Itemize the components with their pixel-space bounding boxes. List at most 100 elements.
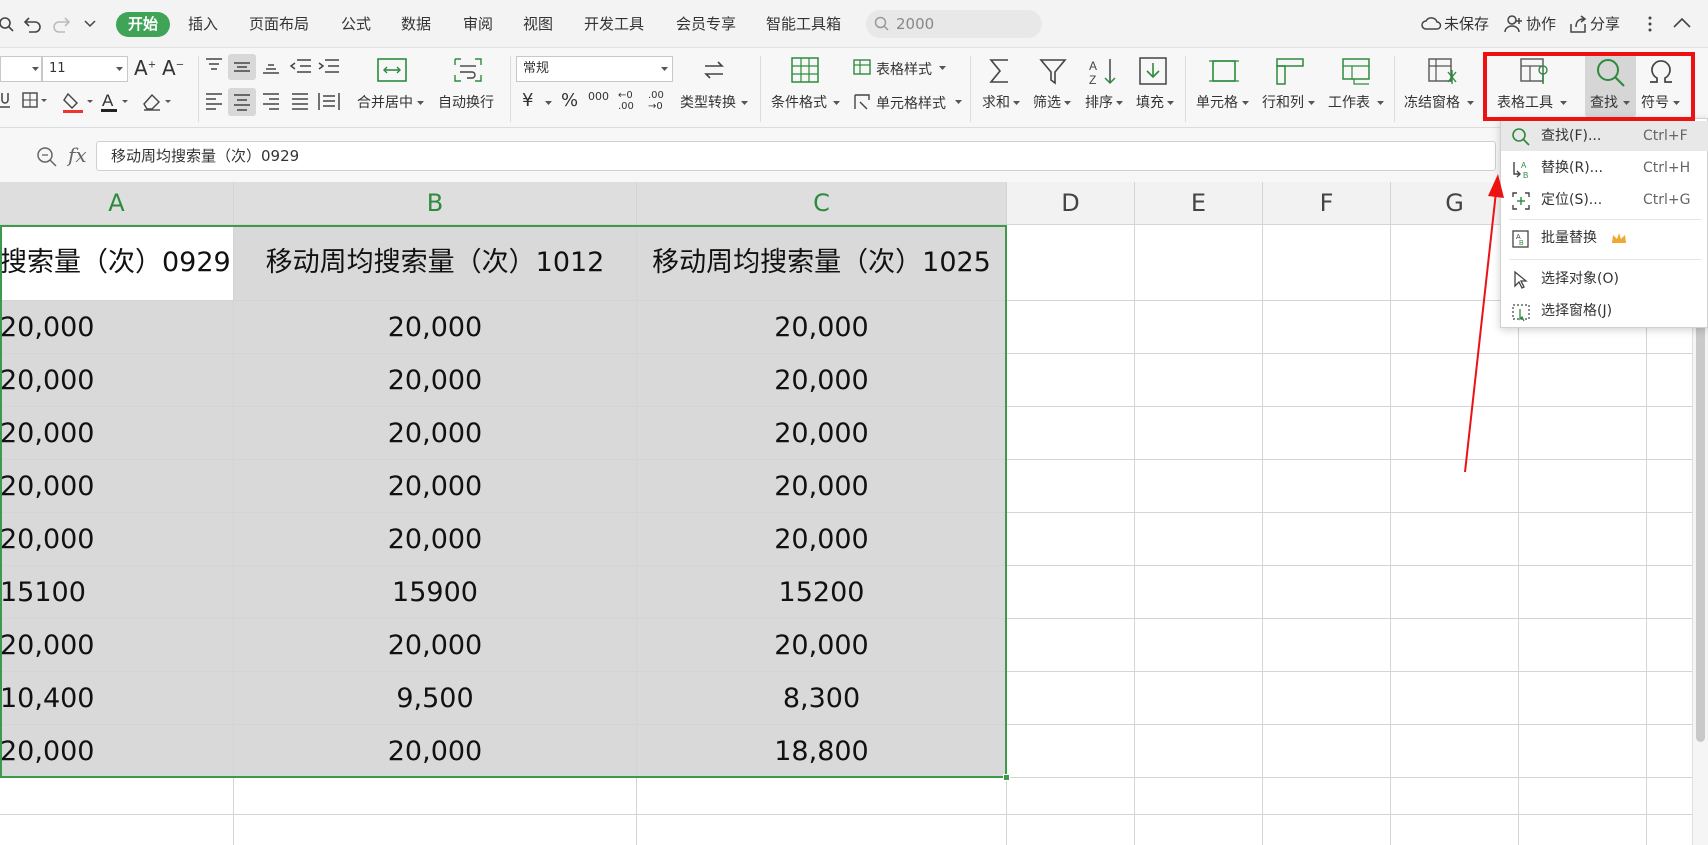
sort-icon[interactable]: AZ [1088, 56, 1120, 86]
row-column-button[interactable]: 行和列 [1262, 92, 1304, 112]
merge-center-button[interactable]: 合并居中 [357, 92, 413, 112]
chevron-down-icon[interactable] [1115, 100, 1124, 106]
table-cell[interactable]: 18,800 [637, 725, 1007, 778]
table-cell[interactable]: 20,000 [637, 301, 1007, 354]
align-top-icon[interactable] [203, 56, 225, 76]
zoom-icon[interactable] [36, 146, 58, 168]
wrap-text-icon[interactable] [452, 56, 484, 84]
font-size-select[interactable]: 11 [42, 56, 128, 82]
chevron-down-icon[interactable] [832, 100, 841, 106]
cell-c1[interactable]: 移动周均搜索量（次）1025 [637, 225, 1007, 301]
empty-cell[interactable] [234, 778, 637, 815]
cell-button[interactable]: 单元格 [1196, 92, 1238, 112]
increase-indent-icon[interactable] [317, 56, 341, 76]
menu-item-select-object[interactable]: 选择对象(O) [1501, 264, 1708, 294]
table-cell[interactable]: 20,000 [234, 354, 637, 407]
cell-b1[interactable]: 移动周均搜索量（次）1012 [234, 225, 637, 301]
fill-handle[interactable] [1003, 774, 1010, 781]
decrease-indent-icon[interactable] [289, 56, 313, 76]
sum-icon[interactable] [986, 56, 1014, 86]
number-format-select[interactable]: 常规 [516, 56, 673, 82]
merge-center-icon[interactable] [376, 56, 408, 84]
tab-formulas[interactable]: 公式 [341, 12, 371, 37]
formula-input[interactable]: 移动周均搜索量（次）0929 [96, 141, 1496, 171]
column-header-c[interactable]: C [637, 182, 1007, 225]
chevron-down-icon[interactable] [1466, 100, 1475, 106]
clear-format-icon[interactable] [140, 90, 172, 114]
tab-view[interactable]: 视图 [523, 12, 553, 37]
table-cell[interactable]: 20,000 [637, 354, 1007, 407]
table-cell[interactable]: 20,000 [0, 513, 234, 566]
table-cell[interactable]: 20,000 [0, 619, 234, 672]
unsaved-status[interactable]: 未保存 [1444, 12, 1489, 36]
increase-font-icon[interactable]: A+ [134, 56, 156, 80]
empty-cell[interactable] [637, 778, 1007, 815]
filter-button[interactable]: 筛选 [1033, 92, 1061, 112]
worksheet-icon[interactable] [1340, 56, 1372, 86]
redo-icon[interactable] [52, 14, 72, 34]
table-cell[interactable]: 20,000 [0, 460, 234, 513]
table-cell[interactable]: 20,000 [0, 407, 234, 460]
row-column-icon[interactable] [1274, 56, 1306, 86]
type-convert-button[interactable]: 类型转换 [680, 92, 736, 112]
command-search-input[interactable]: 2000 [866, 10, 1042, 38]
filter-icon[interactable] [1038, 56, 1068, 86]
fx-icon[interactable]: fx [68, 143, 87, 167]
table-cell[interactable]: 20,000 [234, 407, 637, 460]
chevron-down-icon[interactable] [938, 65, 947, 71]
font-color-icon[interactable]: A [100, 90, 130, 114]
column-header-f[interactable]: F [1263, 182, 1391, 225]
table-cell[interactable]: 20,000 [234, 513, 637, 566]
table-cell[interactable]: 20,000 [234, 619, 637, 672]
align-center-button[interactable] [228, 88, 256, 116]
empty-cell[interactable] [0, 815, 234, 845]
font-name-select[interactable] [0, 56, 42, 82]
table-style-button[interactable]: 表格样式 [876, 59, 932, 79]
align-middle-button[interactable] [228, 54, 256, 80]
conditional-format-button[interactable]: 条件格式 [771, 92, 827, 112]
cell-icon[interactable] [1208, 56, 1240, 86]
menu-item-batch-replace[interactable]: AB 批量替换 [1501, 223, 1708, 253]
table-cell[interactable]: 20,000 [637, 460, 1007, 513]
tab-member[interactable]: 会员专享 [676, 12, 736, 37]
preview-icon[interactable] [0, 14, 16, 34]
chevron-down-icon[interactable] [416, 100, 425, 106]
table-cell[interactable]: 20,000 [234, 301, 637, 354]
worksheet-button[interactable]: 工作表 [1328, 92, 1370, 112]
sum-button[interactable]: 求和 [982, 92, 1010, 112]
table-cell[interactable]: 20,000 [637, 407, 1007, 460]
tab-insert[interactable]: 插入 [188, 12, 218, 37]
empty-cell[interactable] [637, 815, 1007, 845]
sort-button[interactable]: 排序 [1085, 92, 1113, 112]
chevron-down-icon[interactable] [1063, 100, 1072, 106]
table-style-icon[interactable] [852, 58, 874, 78]
menu-item-replace[interactable]: AB 替换(R)... Ctrl+H [1501, 153, 1708, 183]
menu-item-select-pane[interactable]: 选择窗格(J) [1501, 296, 1708, 326]
table-cell[interactable]: 20,000 [637, 619, 1007, 672]
chevron-down-icon[interactable] [1307, 100, 1316, 106]
undo-icon[interactable] [22, 14, 42, 34]
empty-cell[interactable] [0, 778, 234, 815]
border-icon[interactable] [20, 90, 48, 112]
column-header-b[interactable]: B [234, 182, 637, 225]
table-cell[interactable]: 8,300 [637, 672, 1007, 725]
fill-icon[interactable] [1138, 56, 1168, 86]
empty-cell[interactable] [234, 815, 637, 845]
chevron-down-icon[interactable] [1012, 100, 1021, 106]
collapse-ribbon-icon[interactable] [1672, 16, 1692, 30]
share-button[interactable]: 分享 [1590, 12, 1620, 36]
table-cell[interactable]: 20,000 [0, 725, 234, 778]
table-cell[interactable]: 20,000 [234, 460, 637, 513]
table-cell[interactable]: 15900 [234, 566, 637, 619]
tab-review[interactable]: 审阅 [463, 12, 493, 37]
chevron-down-icon[interactable] [954, 99, 963, 105]
table-cell[interactable]: 15200 [637, 566, 1007, 619]
tab-home[interactable]: 开始 [116, 12, 171, 37]
tab-data[interactable]: 数据 [401, 12, 431, 37]
table-cell[interactable]: 20,000 [234, 725, 637, 778]
menu-item-find[interactable]: 查找(F)... Ctrl+F [1501, 121, 1708, 151]
wrap-text-button[interactable]: 自动换行 [438, 92, 494, 112]
collab-button[interactable]: 协作 [1526, 12, 1556, 36]
underline-icon[interactable] [0, 90, 12, 110]
tab-smart-toolbox[interactable]: 智能工具箱 [766, 12, 841, 37]
